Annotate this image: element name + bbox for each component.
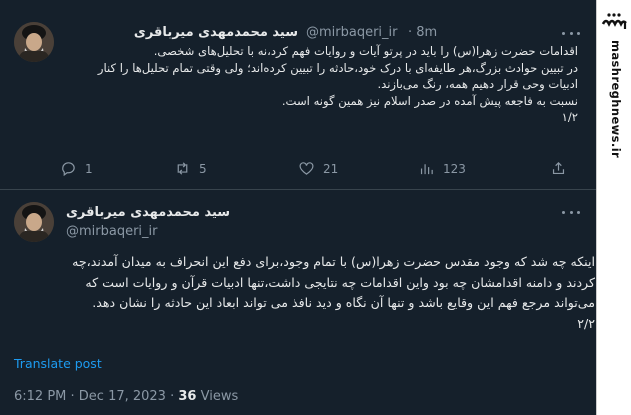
display-name[interactable]: سید محمدمهدی میرباقری <box>134 25 298 40</box>
watermark-url: mashreghnews.ir <box>609 40 623 159</box>
tweet-line: می‌تواند مرجع فهم این وقایع باشد و تنها … <box>92 295 595 310</box>
watermark-strip: mashreghnews.ir <box>596 0 631 415</box>
mashregh-logo <box>601 13 627 29</box>
tweet-text: اینکه چه شد که وجود مقدس حضرت زهرا(س) با… <box>55 252 595 334</box>
like-button[interactable]: 21 <box>298 160 338 177</box>
tweet-text: اقدامات حضرت زهرا(س) را باید در پرتو آیا… <box>58 43 578 126</box>
tweet-1[interactable]: سید محمدمهدی میرباقری @mirbaqeri_ir · 8m… <box>0 0 596 190</box>
post-time[interactable]: · 8m <box>408 25 437 40</box>
tweet-line: کردند و دامنه اقدامشان چه بود واین اقدام… <box>85 274 595 290</box>
share-icon <box>552 161 565 175</box>
action-bar: 1 5 21 123 <box>60 160 584 180</box>
tweet-line: ۲/۲ <box>577 315 595 331</box>
reply-button[interactable]: 1 <box>60 160 93 177</box>
avatar-image <box>14 202 54 242</box>
views-count: 36 <box>178 389 197 404</box>
more-icon[interactable] <box>562 209 580 215</box>
share-button[interactable] <box>550 160 567 177</box>
tweet-line: در تبیین حوادث بزرگ،هر طایفه‌ای با درک خ… <box>97 60 578 75</box>
tweet-line: ۱/۲ <box>561 110 578 124</box>
retweet-button[interactable]: 5 <box>174 160 207 177</box>
avatar-image <box>14 22 54 62</box>
tweet-line: اینکه چه شد که وجود مقدس حضرت زهرا(س) با… <box>72 254 595 269</box>
retweet-count: 5 <box>199 161 207 176</box>
translate-link[interactable]: Translate post <box>14 356 102 371</box>
views-label: Views <box>200 389 239 404</box>
timestamp[interactable]: 6:12 PM · Dec 17, 2023 · <box>14 389 174 404</box>
more-icon[interactable] <box>562 30 580 36</box>
display-name[interactable]: سید محمدمهدی میرباقری <box>66 205 230 220</box>
heart-icon <box>299 162 314 175</box>
tweet-line: اقدامات حضرت زهرا(س) را باید در پرتو آیا… <box>153 44 578 58</box>
avatar[interactable] <box>14 202 54 242</box>
views-count: 123 <box>443 161 466 176</box>
views-button[interactable]: 123 <box>418 160 466 177</box>
analytics-icon <box>420 164 433 175</box>
tweet-line: ادبیات وحی قرار دهیم همه، رنگ می‌بازند. <box>377 77 578 91</box>
retweet-icon <box>177 162 188 175</box>
handle[interactable]: @mirbaqeri_ir <box>66 224 158 239</box>
reply-count: 1 <box>85 161 93 176</box>
like-count: 21 <box>323 161 339 176</box>
post-meta: 6:12 PM · Dec 17, 2023 · 36 Views <box>14 389 238 404</box>
tweet-line: نسبت به فاجعه پیش آمده در صدر اسلام نیز … <box>281 93 578 108</box>
handle[interactable]: @mirbaqeri_ir <box>306 25 398 40</box>
avatar[interactable] <box>14 22 54 62</box>
reply-icon <box>62 162 75 177</box>
